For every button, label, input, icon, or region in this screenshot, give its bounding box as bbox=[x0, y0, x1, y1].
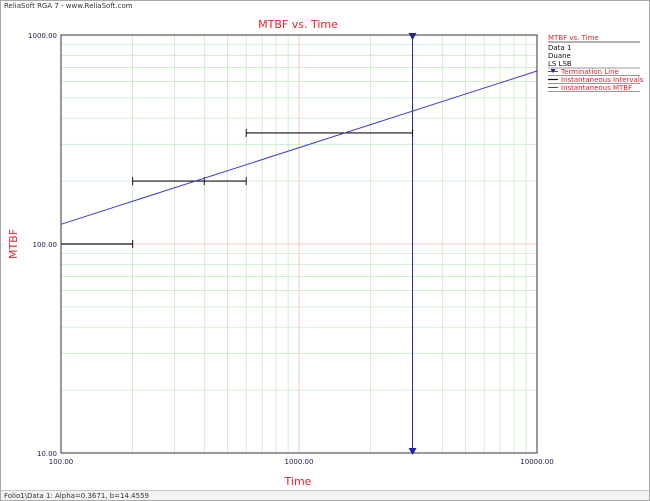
legend-title: MTBF vs. Time bbox=[548, 34, 599, 42]
legend-info: Data 1 bbox=[548, 44, 571, 52]
y-tick-label: 10.00 bbox=[37, 450, 57, 458]
legend-info: LS LSB bbox=[548, 60, 572, 68]
legend: MTBF vs. Time Data 1DuaneLS LSBTerminatio… bbox=[548, 34, 644, 92]
chart-title: MTBF vs. Time bbox=[258, 18, 338, 31]
x-tick-label: 100.00 bbox=[49, 458, 74, 466]
legend-entry-label: Termination Line bbox=[560, 68, 619, 76]
x-tick-label: 10000.00 bbox=[520, 458, 553, 466]
legend-info: Duane bbox=[548, 52, 571, 60]
y-axis-label: MTBF bbox=[7, 229, 20, 259]
legend-marker-termination bbox=[550, 69, 556, 73]
y-tick-label: 1000.00 bbox=[28, 32, 57, 40]
legend-entry-label: Instantaneous Intervals bbox=[561, 76, 644, 84]
y-tick-label: 100.00 bbox=[33, 241, 58, 249]
mtbf-chart: 100.00 1000.00 10000.0010.00100.001000.00 … bbox=[7, 18, 644, 488]
legend-entry-label: Instantaneous MTBF bbox=[561, 84, 632, 92]
x-tick-label: 1000.00 bbox=[285, 458, 314, 466]
x-axis-label: Time bbox=[284, 475, 312, 488]
